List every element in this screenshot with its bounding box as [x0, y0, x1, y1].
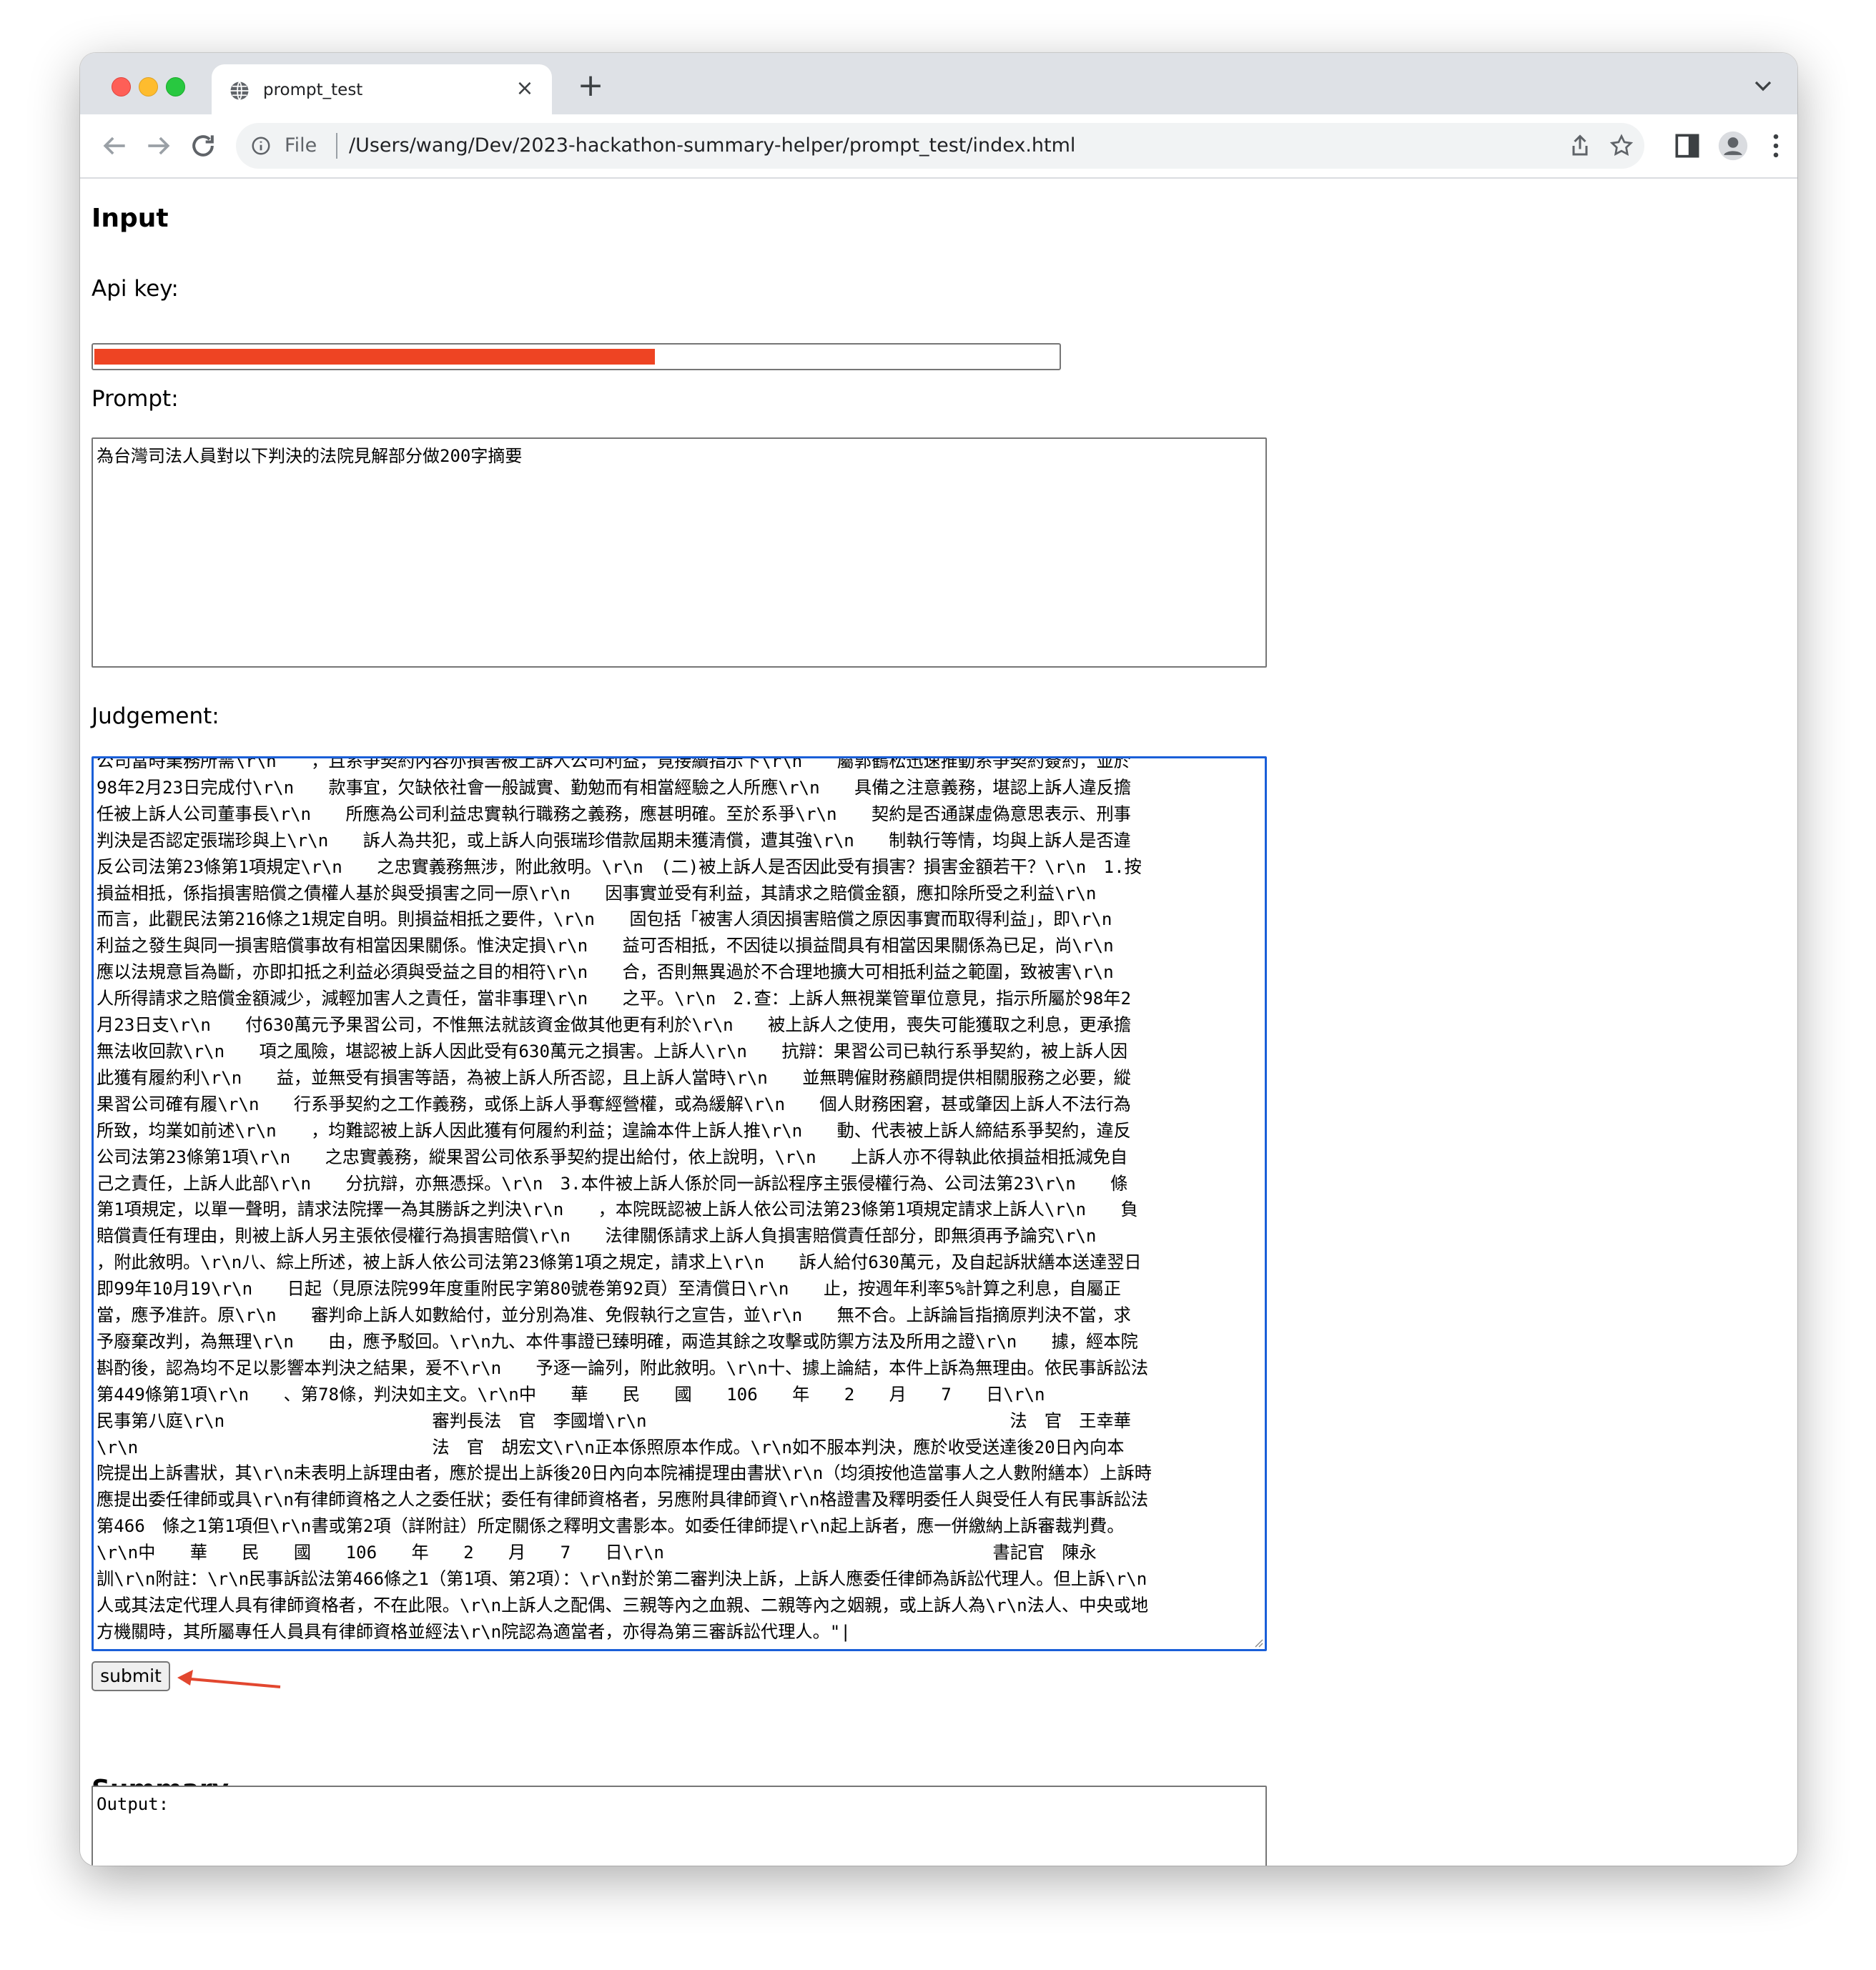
- output-textarea[interactable]: Output:: [92, 1786, 1267, 1866]
- close-window-button[interactable]: [112, 77, 131, 96]
- page-content: Input Api key: Prompt: 為台灣司法人員對以下判決的法院見解…: [80, 179, 1797, 1866]
- judgement-line: ，附此敘明。\r\n八、綜上所述，被上訴人依公司法第23條第1項之規定，請求上\…: [97, 1252, 1142, 1273]
- new-tab-button[interactable]: +: [573, 69, 608, 103]
- url-text[interactable]: /Users/wang/Dev/2023-hackathon-summary-h…: [349, 133, 1075, 159]
- judgement-line: 利益之發生與同一損害賠償事故有相當因果關係。惟決定損\r\n 益可否相抵，不因徒…: [97, 936, 1114, 956]
- api-key-label: Api key:: [92, 276, 179, 302]
- judgement-line: 予廢棄改判，為無理\r\n 由，應予駁回。\r\n九、本件事證已臻明確，兩造其餘…: [97, 1331, 1138, 1352]
- globe-icon: [230, 81, 249, 101]
- judgement-line: 訓\r\n附註：\r\n民事訴訟法第466條之1（第1項、第2項）：\r\n對於…: [97, 1569, 1147, 1590]
- judgement-line: 判決是否認定張瑞珍與上\r\n 訴人為共犯，或上訴人向張瑞珍借款屆期未獲清償，遭…: [97, 830, 1131, 851]
- prompt-textarea[interactable]: 為台灣司法人員對以下判決的法院見解部分做200字摘要: [92, 437, 1267, 668]
- close-tab-icon[interactable]: ×: [512, 76, 538, 102]
- arrow-right-icon[interactable]: [143, 130, 174, 162]
- judgement-line: \r\n中 華 民 國 106 年 2 月 7 日\r\n 書記官 陳永: [97, 1543, 1097, 1563]
- judgement-line: 人所得請求之賠償金額減少，減輕加害人之責任，當非事理\r\n 之平。\r\n 2…: [97, 989, 1132, 1009]
- judgement-text: 公司當時業務所需\r\n ，且系爭契約內容亦損害被上訴人公司利益，竟接續指示下\…: [97, 756, 1262, 1645]
- url-separator: [336, 133, 337, 159]
- judgement-line: 賠償責任有理由，則被上訴人另主張依侵權行為損害賠償\r\n 法律關係請求上訴人負…: [97, 1226, 1097, 1247]
- judgement-line: 月23日支\r\n 付630萬元予果習公司，不惟無法就該資金做其他更有利於\r\…: [97, 1015, 1132, 1036]
- judgement-line: 所致，均業如前述\r\n ，均難認被上訴人因此獲有何履約利益；遑論本件上訴人推\…: [97, 1120, 1131, 1141]
- submit-button[interactable]: submit: [92, 1661, 170, 1691]
- info-icon[interactable]: [250, 135, 272, 157]
- share-icon[interactable]: [1567, 133, 1593, 159]
- input-heading: Input: [92, 204, 169, 233]
- judgement-line: 第466 條之1第1項但\r\n書或第2項（詳附註）所定關係之釋明文書影本。如委…: [97, 1516, 1125, 1537]
- judgement-line: 即99年10月19\r\n 日起（見原法院99年度重附民字第80號卷第92頁）至…: [97, 1279, 1121, 1300]
- annotation-arrow-icon: [177, 1670, 281, 1688]
- chevron-down-icon[interactable]: [1749, 71, 1777, 100]
- browser-window: prompt_test × + File /Users/wang/Dev/202…: [80, 53, 1797, 1866]
- redaction-bar: [94, 349, 655, 365]
- judgement-line: 反公司法第23條第1項規定\r\n 之忠實義務無涉，附此敘明。\r\n (二)被…: [97, 856, 1142, 877]
- kebab-menu-icon[interactable]: [1760, 130, 1792, 162]
- judgement-line: 民事第八庭\r\n 審判長法 官 李國增\r\n 法 官 王幸華: [97, 1410, 1131, 1431]
- reload-icon[interactable]: [187, 130, 219, 162]
- minimize-window-button[interactable]: [139, 77, 158, 96]
- tab-strip: prompt_test × +: [80, 53, 1797, 116]
- judgement-line: 果習公司確有履\r\n 行系爭契約之工作義務，或係上訴人爭奪經營權，或為緩解\r…: [97, 1094, 1131, 1114]
- side-panel-icon[interactable]: [1672, 130, 1703, 162]
- judgement-line: 98年2月23日完成付\r\n 款事宜，欠缺依社會一般誠實、勤勉而有相當經驗之人…: [97, 777, 1132, 798]
- url-scheme-label: File: [285, 134, 317, 157]
- judgement-line: 損益相抵，係指損害賠償之債權人基於與受損害之同一原\r\n 因事實並受有利益，其…: [97, 883, 1097, 904]
- judgement-textarea[interactable]: 公司當時業務所需\r\n ，且系爭契約內容亦損害被上訴人公司利益，竟接續指示下\…: [92, 756, 1267, 1651]
- maximize-window-button[interactable]: [166, 77, 185, 96]
- tab-prompt-test[interactable]: prompt_test ×: [212, 64, 552, 116]
- judgement-line: 此獲有履約利\r\n 益，並無受有損害等語，為被上訴人所否認，且上訴人當時\r\…: [97, 1067, 1131, 1088]
- judgement-line: \r\n 法 官 胡宏文\r\n正本係照原本作成。\r\n如不服本判決，應於收受…: [97, 1437, 1125, 1457]
- judgement-line: 任被上訴人公司董事長\r\n 所應為公司利益忠實執行職務之義務，應甚明確。至於系…: [97, 803, 1131, 824]
- judgement-line: 公司當時業務所需\r\n ，且系爭契約內容亦損害被上訴人公司利益，竟接續指示下\…: [97, 756, 1131, 771]
- judgement-line: 無法收回款\r\n 項之風險，堪認被上訴人因此受有630萬元之損害。上訴人\r\…: [97, 1041, 1128, 1061]
- judgement-line: 第449條第1項\r\n 、第78條，判決如主文。\r\n中 華 民 國 106…: [97, 1384, 1045, 1405]
- judgement-line: 院提出上訴書狀，其\r\n未表明上訴理由者，應於提出上訴後20日內向本院補提理由…: [97, 1463, 1152, 1484]
- api-key-input[interactable]: [92, 343, 1061, 370]
- judgement-line: 應提出委任律師或具\r\n有律師資格之人之委任狀；委任有律師資格者，另應附具律師…: [97, 1490, 1149, 1510]
- profile-icon[interactable]: [1717, 130, 1749, 162]
- resize-grip-icon[interactable]: [1252, 1636, 1263, 1648]
- judgement-line: 人或其法定代理人具有律師資格者，不在此限。\r\n上訴人之配偶、三親等內之血親、…: [97, 1595, 1149, 1615]
- judgement-line: 方機關時，其所屬專任人員具有律師資格並經法\r\n院認為適當者，亦得為第三審訴訟…: [97, 1621, 851, 1642]
- judgement-line: 己之責任，上訴人此部\r\n 分抗辯，亦無憑採。\r\n 3.本件被上訴人係於同…: [97, 1173, 1128, 1194]
- judgement-line: 而言，此觀民法第216條之1規定自明。則損益相抵之要件，\r\n 固包括「被害人…: [97, 909, 1112, 930]
- judgement-line: 斟酌後，認為均不足以影響本判決之結果，爰不\r\n 予逐一論列，附此敘明。\r\…: [97, 1357, 1149, 1378]
- prompt-label: Prompt:: [92, 386, 179, 412]
- judgement-label: Judgement:: [92, 703, 219, 729]
- judgement-line: 公司法第23條第1項\r\n 之忠實義務，縱果習公司依系爭契約提出給付，依上說明…: [97, 1147, 1128, 1167]
- judgement-line: 應以法規意旨為斷，亦即扣抵之利益必須與受益之目的相符\r\n 合，否則無異過於不…: [97, 962, 1114, 983]
- tab-title: prompt_test: [263, 81, 363, 99]
- browser-toolbar: File /Users/wang/Dev/2023-hackathon-summ…: [80, 114, 1797, 179]
- judgement-line: 當，應予准許。原\r\n 審判命上訴人如數給付，並分別為准、免假執行之宣告，並\…: [97, 1305, 1131, 1326]
- address-bar[interactable]: File /Users/wang/Dev/2023-hackathon-summ…: [236, 123, 1644, 169]
- arrow-left-icon[interactable]: [99, 130, 130, 162]
- judgement-line: 第1項規定，以單一聲明，請求法院擇一為其勝訴之判決\r\n ，本院既認被上訴人依…: [97, 1199, 1138, 1220]
- star-icon[interactable]: [1609, 133, 1634, 159]
